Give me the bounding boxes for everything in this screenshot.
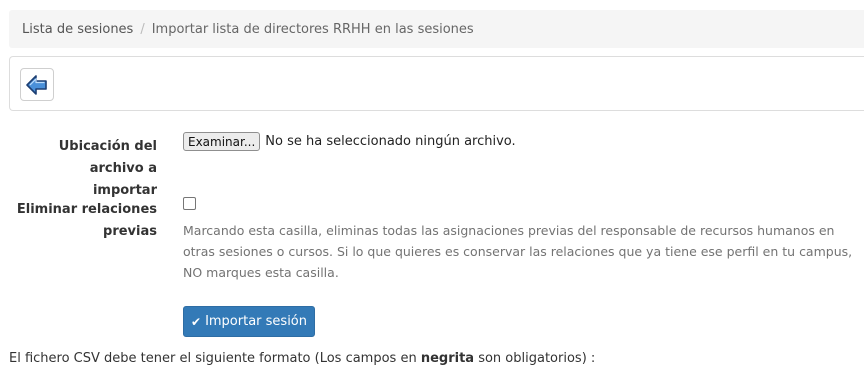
back-button[interactable] — [20, 68, 54, 101]
breadcrumb-item-sessions[interactable]: Lista de sesiones — [22, 22, 133, 37]
csv-note-suffix: son obligatorios) : — [474, 351, 596, 366]
remove-relations-help: Marcando esta casilla, eliminas todas la… — [183, 223, 853, 280]
remove-relations-label: Eliminar relaciones previas — [12, 199, 157, 243]
file-label-line1: Ubicación del archivo a — [58, 139, 157, 176]
import-session-button[interactable]: ✔ Importar sesión — [183, 306, 315, 337]
file-status-text: No se ha seleccionado ningún archivo. — [265, 134, 516, 149]
action-toolbar — [9, 56, 864, 111]
csv-note-bold: negrita — [420, 351, 475, 366]
arrow-left-icon — [26, 74, 47, 95]
csv-format-note: El fichero CSV debe tener el siguiente f… — [9, 351, 595, 366]
breadcrumb-separator: / — [140, 21, 145, 37]
remove-label-line1: Eliminar relaciones — [16, 202, 157, 217]
check-icon: ✔ — [191, 314, 202, 329]
breadcrumb: Lista de sesiones / Importar lista de di… — [9, 10, 864, 48]
remove-relations-checkbox[interactable] — [183, 197, 196, 210]
import-button-label: Importar sesión — [205, 314, 307, 329]
file-label: Ubicación del archivo a importar — [12, 136, 157, 202]
csv-note-prefix: El fichero CSV debe tener el siguiente f… — [9, 351, 421, 366]
remove-label-line2: previas — [103, 224, 157, 239]
breadcrumb-item-current: Importar lista de directores RRHH en las… — [151, 21, 474, 37]
file-input[interactable]: Examinar... No se ha seleccionado ningún… — [183, 132, 516, 151]
browse-button[interactable]: Examinar... — [183, 132, 261, 151]
